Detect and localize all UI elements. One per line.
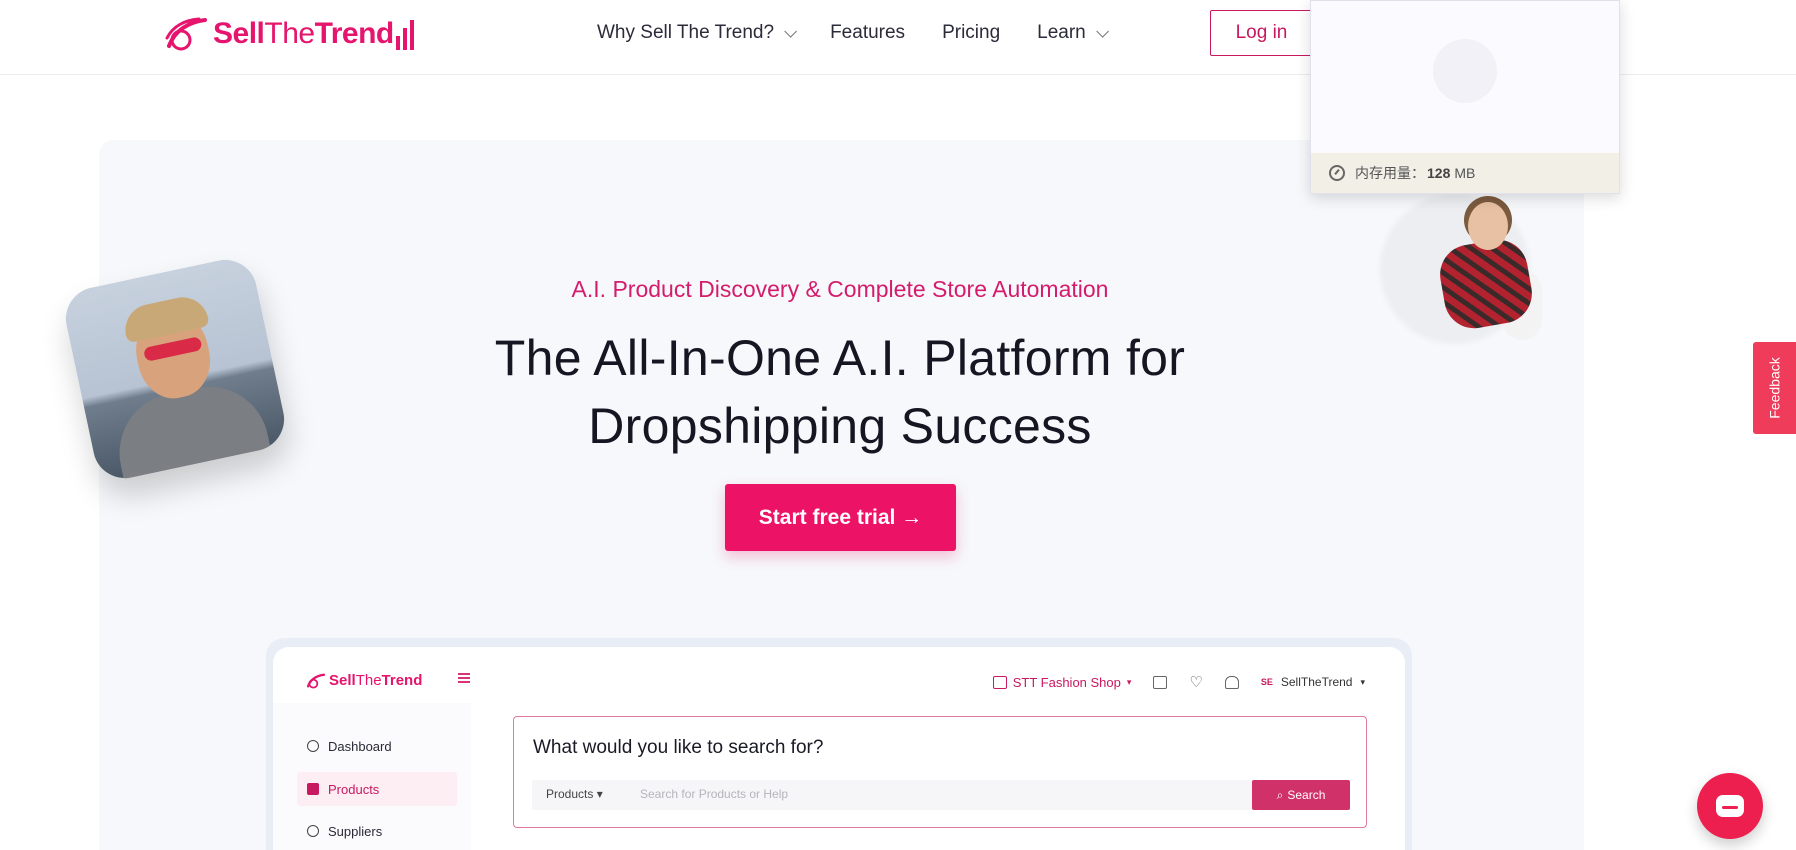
hero-headline: The All-In-One A.I. Platform for Dropshi… bbox=[0, 324, 1680, 460]
user-menu[interactable]: SE SellTheTrend ▾ bbox=[1261, 675, 1365, 689]
store-name: STT Fashion Shop bbox=[1012, 674, 1121, 690]
nav-item-pricing[interactable]: Pricing bbox=[942, 22, 1000, 44]
gauge-icon bbox=[1329, 165, 1345, 181]
shopping-bag-icon bbox=[307, 783, 319, 795]
sidebar-item-label: Dashboard bbox=[328, 738, 392, 754]
menu-icon[interactable] bbox=[458, 673, 470, 683]
popup-body bbox=[1311, 1, 1619, 155]
memory-usage-footer: 内存用量： 128 MB bbox=[1311, 153, 1619, 193]
headline-line-2: Dropshipping Success bbox=[588, 398, 1092, 454]
nav-item-label: Why Sell The Trend? bbox=[597, 22, 775, 43]
hero-kicker: A.I. Product Discovery & Complete Store … bbox=[571, 276, 1109, 302]
dashboard-preview: Sell The Trend STT Fashion Shop ▾ ♡ SE Sel… bbox=[273, 647, 1405, 850]
heart-icon[interactable]: ♡ bbox=[1189, 673, 1202, 691]
chevron-down-icon bbox=[1096, 24, 1109, 38]
chevron-down-icon bbox=[784, 24, 798, 38]
sidebar-item-label: Products bbox=[328, 781, 380, 797]
search-button[interactable]: ⌕ Search bbox=[1252, 780, 1350, 810]
search-bar: Products ▾ Search for Products or Help ⌕… bbox=[532, 780, 1350, 810]
chevron-down-icon: ▾ bbox=[1360, 676, 1365, 687]
store-icon bbox=[992, 675, 1007, 689]
search-icon: ⌕ bbox=[1276, 787, 1284, 802]
preview-logo: Sell The Trend bbox=[306, 672, 422, 689]
logo-mark-icon bbox=[306, 673, 326, 689]
bell-icon[interactable] bbox=[1224, 675, 1239, 689]
nav-item-label: Learn bbox=[1037, 22, 1086, 43]
nav-item-label: Pricing bbox=[942, 22, 1001, 43]
main-nav: Why Sell The Trend? Features Pricing Lea… bbox=[597, 22, 1142, 44]
logo-mark-icon bbox=[165, 17, 207, 51]
memory-value: 128 bbox=[1427, 165, 1451, 181]
store-selector[interactable]: STT Fashion Shop ▾ bbox=[992, 674, 1132, 690]
chevron-down-icon: ▾ bbox=[1126, 676, 1132, 687]
sidebar-item-suppliers[interactable]: Suppliers bbox=[297, 814, 457, 848]
search-button-label: Search bbox=[1287, 788, 1326, 802]
login-button[interactable]: Log in bbox=[1210, 10, 1313, 56]
supplier-icon bbox=[307, 825, 319, 837]
logo-text: SellTheTrend bbox=[213, 17, 394, 50]
avatar: SE bbox=[1260, 677, 1273, 687]
nav-item-why[interactable]: Why Sell The Trend? bbox=[597, 22, 798, 44]
user-name: SellTheTrend bbox=[1280, 675, 1353, 689]
memory-label: 内存用量： bbox=[1355, 165, 1425, 181]
chat-icon bbox=[1716, 795, 1744, 817]
nav-item-label: Features bbox=[830, 22, 906, 43]
feedback-label: Feedback bbox=[1766, 357, 1783, 419]
search-panel: What would you like to search for? Produ… bbox=[513, 716, 1367, 828]
memory-unit: MB bbox=[1454, 165, 1476, 181]
nav-item-features[interactable]: Features bbox=[830, 22, 905, 44]
cart-icon[interactable] bbox=[1153, 675, 1168, 689]
chat-launcher-button[interactable] bbox=[1697, 773, 1763, 839]
sidebar-item-products[interactable]: Products bbox=[297, 772, 457, 806]
loading-spinner-icon bbox=[1433, 39, 1497, 103]
headline-line-1: The All-In-One A.I. Platform for bbox=[494, 330, 1186, 386]
sidebar-item-label: Suppliers bbox=[328, 823, 383, 839]
search-question: What would you like to search for? bbox=[533, 737, 824, 758]
dashboard-icon bbox=[307, 740, 319, 752]
nav-item-learn[interactable]: Learn bbox=[1037, 22, 1109, 44]
feedback-tab[interactable]: Feedback bbox=[1753, 342, 1796, 434]
logo-bars-icon bbox=[395, 18, 414, 50]
memory-usage-popup: 内存用量： 128 MB bbox=[1310, 0, 1620, 194]
search-category-select[interactable]: Products ▾ bbox=[546, 787, 603, 801]
start-free-trial-button[interactable]: Start free trial → bbox=[725, 484, 956, 551]
logo[interactable]: SellTheTrend bbox=[165, 16, 414, 52]
preview-topbar: STT Fashion Shop ▾ ♡ SE SellTheTrend ▾ bbox=[992, 673, 1365, 691]
sidebar-item-dashboard[interactable]: Dashboard bbox=[297, 729, 457, 763]
search-input[interactable]: Search for Products or Help bbox=[640, 787, 788, 801]
